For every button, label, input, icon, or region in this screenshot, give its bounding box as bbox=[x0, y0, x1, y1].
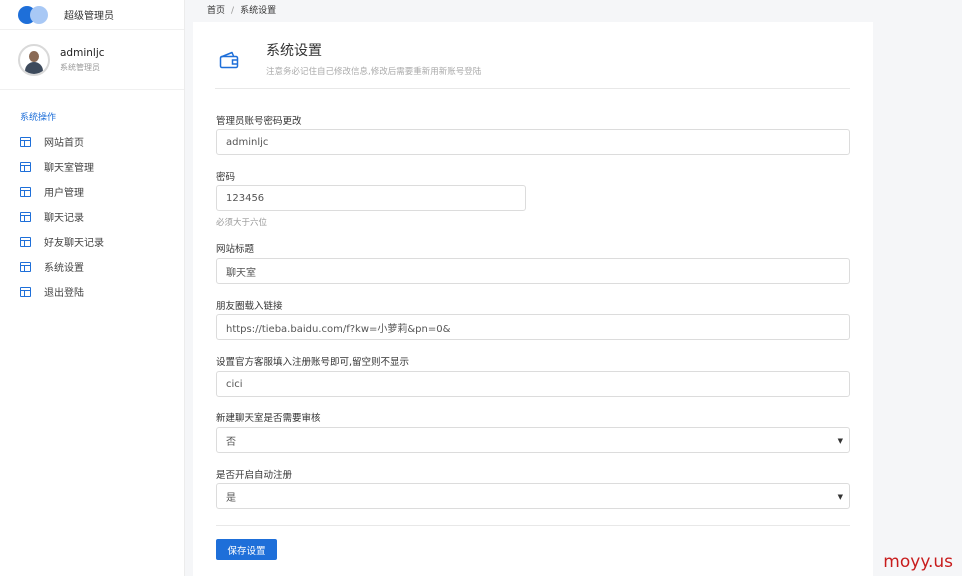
page-title: 系统设置 bbox=[266, 43, 322, 59]
sidebar-item-label: 网站首页 bbox=[44, 138, 84, 149]
layout-icon bbox=[20, 136, 31, 147]
watermark: moyy.us bbox=[883, 552, 953, 572]
sidebar-item-label: 退出登陆 bbox=[44, 288, 84, 299]
room-review-select[interactable]: 否 ▼ bbox=[216, 427, 850, 453]
brand-title: 超级管理员 bbox=[64, 11, 114, 22]
avatar bbox=[18, 43, 50, 76]
brand: 超级管理员 bbox=[0, 0, 184, 30]
sidebar-item-label: 好友聊天记录 bbox=[44, 238, 104, 249]
auto-register-select[interactable]: 是 ▼ bbox=[216, 483, 850, 509]
site-title-input[interactable] bbox=[216, 258, 850, 284]
account-input[interactable] bbox=[216, 129, 850, 155]
account-label: 管理员账号密码更改 bbox=[216, 116, 302, 127]
password-hint: 必须大于六位 bbox=[216, 218, 268, 228]
site-title-label: 网站标题 bbox=[216, 244, 255, 255]
service-account-input[interactable] bbox=[216, 371, 850, 397]
sidebar-item-user-management[interactable]: 用户管理 bbox=[0, 179, 184, 204]
settings-card: 系统设置 注意务必记住自己修改信息,修改后需要重新用新账号登陆 管理员账号密码更… bbox=[193, 22, 873, 576]
sidebar-item-label: 聊天室管理 bbox=[44, 163, 94, 174]
user-name: adminljc bbox=[60, 46, 105, 59]
sidebar: 超级管理员 adminljc 系统管理员 系统操作 网站首页 聊天室管理 用户管… bbox=[0, 0, 185, 576]
password-input[interactable] bbox=[216, 185, 526, 211]
sidebar-item-chatroom-management[interactable]: 聊天室管理 bbox=[0, 154, 184, 179]
user-role: 系统管理员 bbox=[60, 62, 100, 72]
caret-down-icon: ▼ bbox=[837, 437, 843, 445]
sidebar-item-friend-chat-records[interactable]: 好友聊天记录 bbox=[0, 229, 184, 254]
auto-register-value: 是 bbox=[226, 492, 236, 504]
layout-icon bbox=[20, 286, 31, 297]
moments-link-label: 朋友圈载入链接 bbox=[216, 301, 283, 312]
sidebar-item-chat-records[interactable]: 聊天记录 bbox=[0, 204, 184, 229]
save-button[interactable]: 保存设置 bbox=[216, 539, 277, 560]
breadcrumb: 首页 / 系统设置 bbox=[207, 3, 276, 16]
sidebar-item-label: 系统设置 bbox=[44, 263, 84, 274]
sidebar-item-logout[interactable]: 退出登陆 bbox=[0, 279, 184, 304]
brand-logo-icon bbox=[18, 5, 52, 24]
room-review-label: 新建聊天室是否需要审核 bbox=[216, 413, 321, 424]
room-review-value: 否 bbox=[226, 436, 236, 448]
card-header: 系统设置 注意务必记住自己修改信息,修改后需要重新用新账号登陆 bbox=[215, 38, 850, 89]
breadcrumb-separator: / bbox=[231, 6, 235, 16]
page-subtitle: 注意务必记住自己修改信息,修改后需要重新用新账号登陆 bbox=[266, 67, 482, 77]
divider bbox=[216, 525, 850, 526]
layout-icon bbox=[20, 186, 31, 197]
sidebar-item-label: 用户管理 bbox=[44, 188, 84, 199]
sidebar-item-label: 聊天记录 bbox=[44, 213, 84, 224]
wallet-icon bbox=[219, 51, 239, 69]
service-account-label: 设置官方客服填入注册账号即可,留空则不显示 bbox=[216, 357, 410, 368]
layout-icon bbox=[20, 236, 31, 247]
layout-icon bbox=[20, 161, 31, 172]
breadcrumb-current: 系统设置 bbox=[240, 6, 277, 16]
caret-down-icon: ▼ bbox=[837, 493, 843, 501]
layout-icon bbox=[20, 261, 31, 272]
layout-icon bbox=[20, 211, 31, 222]
auto-register-label: 是否开启自动注册 bbox=[216, 470, 293, 481]
sidebar-item-home[interactable]: 网站首页 bbox=[0, 129, 184, 154]
nav-heading: 系统操作 bbox=[20, 113, 57, 123]
password-label: 密码 bbox=[216, 172, 236, 183]
user-panel: adminljc 系统管理员 bbox=[0, 30, 184, 90]
sidebar-item-system-settings[interactable]: 系统设置 bbox=[0, 254, 184, 279]
moments-link-input[interactable] bbox=[216, 314, 850, 340]
breadcrumb-home[interactable]: 首页 bbox=[207, 6, 225, 16]
